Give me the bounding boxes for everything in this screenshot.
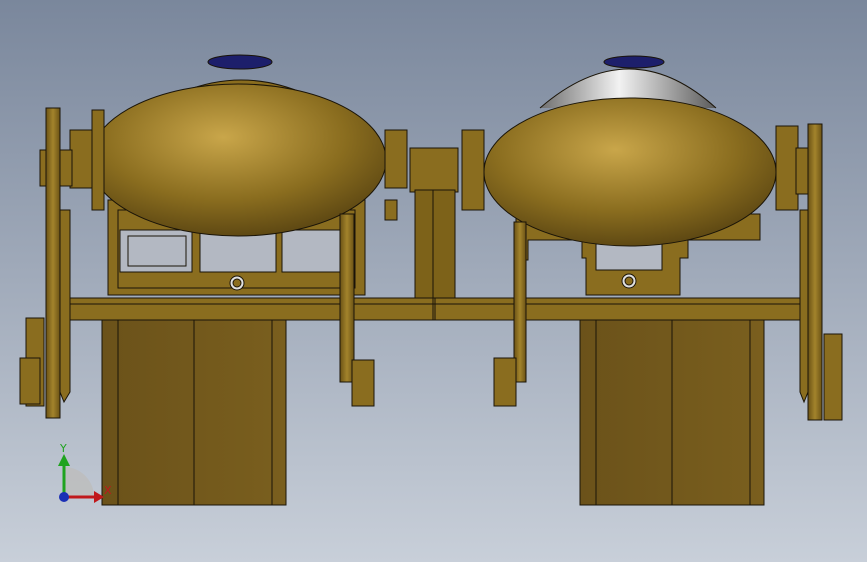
right-lamp-dome [483, 97, 777, 247]
left-lamp-dome [89, 83, 387, 237]
cad-model-view[interactable]: Y X [0, 0, 867, 562]
axis-x-label: X [104, 484, 112, 497]
right-lamp-cap-icon [603, 55, 665, 69]
left-arm-outer [45, 107, 61, 419]
left-arm-inner [339, 213, 355, 383]
graphics-viewport[interactable]: Y X [0, 0, 867, 562]
right-crossbar [434, 297, 808, 321]
left-lamp-cap-icon [207, 54, 273, 70]
axis-y-label: Y [59, 442, 67, 455]
right-arm-outer [807, 123, 823, 421]
left-crossbar [54, 297, 436, 321]
axis-z-origin-icon [59, 492, 69, 502]
